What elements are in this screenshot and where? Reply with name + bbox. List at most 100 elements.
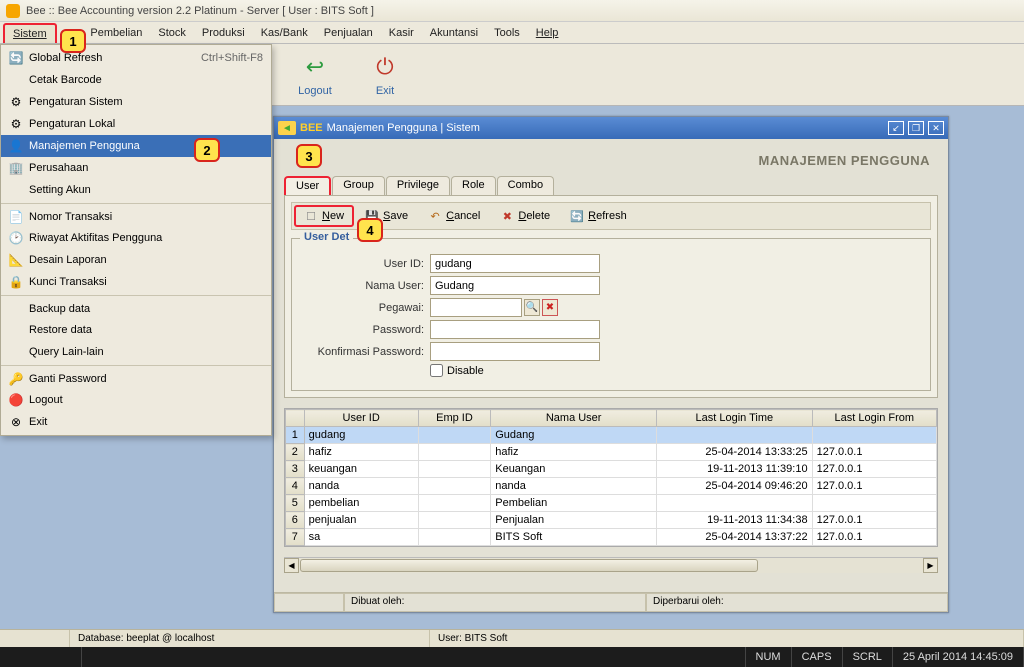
maximize-icon[interactable]: ❐ [908, 121, 924, 135]
delete-icon: ✖ [500, 209, 514, 223]
menuitem-nomor-transaksi[interactable]: 📄Nomor Transaksi [1, 203, 271, 227]
cancel-button[interactable]: ↶Cancel [419, 206, 489, 226]
toolbar-exit-icon: ⏻ [370, 52, 400, 82]
menuitem-ganti-password[interactable]: 🔑Ganti Password [1, 365, 271, 389]
password-label: Password: [302, 324, 430, 336]
callout-2: 2 [194, 138, 220, 162]
scroll-right-icon[interactable]: ▶ [923, 558, 938, 573]
table-row[interactable]: 4nandananda25-04-2014 09:46:20127.0.0.1 [286, 478, 937, 495]
status-user: User: BITS Soft [430, 630, 1024, 647]
table-row[interactable]: 7saBITS Soft25-04-2014 13:37:22127.0.0.1 [286, 529, 937, 546]
tab-combo[interactable]: Combo [497, 176, 554, 195]
menuitem-perusahaan[interactable]: 🏢Perusahaan [1, 157, 271, 179]
scroll-thumb[interactable] [300, 559, 758, 572]
status-caps: CAPS [792, 647, 843, 667]
menu-produksi[interactable]: Produksi [194, 24, 253, 42]
menuitem-query-lain-lain[interactable]: Query Lain-lain [1, 341, 271, 363]
menuitem-restore-data[interactable]: Restore data [1, 319, 271, 341]
toolbar-logout-icon: ↩ [300, 52, 330, 82]
status-scrl: SCRL [843, 647, 893, 667]
col-nama-user[interactable]: Nama User [491, 410, 657, 427]
title-bar: Bee :: Bee Accounting version 2.2 Platin… [0, 0, 1024, 22]
callout-4: 4 [357, 218, 383, 242]
app-icon [6, 4, 20, 18]
user-management-window: ◄ BEE Manajemen Pengguna | Sistem ↙ ❐ ✕ … [273, 116, 949, 613]
tab-privilege[interactable]: Privilege [386, 176, 450, 195]
table-row[interactable]: 6penjualanPenjualan19-11-2013 11:34:3812… [286, 512, 937, 529]
col-num[interactable] [286, 410, 305, 427]
delete-button[interactable]: ✖Delete [491, 206, 559, 226]
menu-bar: Sistem er Pembelian Stock Produksi Kas/B… [0, 22, 1024, 44]
user-grid[interactable]: User IDEmp IDNama UserLast Login TimeLas… [284, 408, 938, 547]
menuitem-global-refresh[interactable]: 🔄Global RefreshCtrl+Shift-F8 [1, 47, 271, 69]
menuitem-riwayat-aktifitas-pengguna[interactable]: 🕑Riwayat Aktifitas Pengguna [1, 227, 271, 249]
table-row[interactable]: 5pembelianPembelian [286, 495, 937, 512]
menuitem-backup-data[interactable]: Backup data [1, 295, 271, 319]
dibuat-label: Dibuat oleh: [344, 593, 646, 612]
tab-group[interactable]: Group [332, 176, 385, 195]
table-row[interactable]: 2hafizhafiz25-04-2014 13:33:25127.0.0.1 [286, 444, 937, 461]
menu-tools[interactable]: Tools [486, 24, 528, 42]
userid-input[interactable] [430, 254, 600, 273]
menu-stock[interactable]: Stock [150, 24, 194, 42]
col-emp-id[interactable]: Emp ID [418, 410, 491, 427]
toolbar-logout[interactable]: ↩Logout [280, 46, 350, 104]
menuitem-kunci-transaksi[interactable]: 🔒Kunci Transaksi [1, 271, 271, 293]
app-statusbar: Database: beeplat @ localhost User: BITS… [0, 629, 1024, 647]
pegawai-input[interactable] [430, 298, 522, 317]
password-input[interactable] [430, 320, 600, 339]
menuitem-cetak-barcode[interactable]: Cetak Barcode [1, 69, 271, 91]
tab-user[interactable]: User [284, 176, 331, 195]
os-taskbar: NUM CAPS SCRL 25 April 2014 14:45:09 [0, 647, 1024, 667]
refresh-icon: 🔄 [570, 209, 584, 223]
new-button[interactable]: ☐New [294, 205, 354, 227]
konfirm-label: Konfirmasi Password: [302, 346, 430, 358]
menuitem-exit[interactable]: ⊗Exit [1, 411, 271, 433]
subwindow-titlebar: ◄ BEE Manajemen Pengguna | Sistem ↙ ❐ ✕ [274, 117, 948, 139]
menu-pembelian[interactable]: Pembelian [82, 24, 150, 42]
menu-kasbank[interactable]: Kas/Bank [253, 24, 316, 42]
toolbar-exit[interactable]: ⏻Exit [350, 46, 420, 104]
status-db: Database: beeplat @ localhost [70, 630, 430, 647]
new-icon: ☐ [304, 209, 318, 223]
scroll-left-icon[interactable]: ◀ [284, 558, 299, 573]
horizontal-scrollbar[interactable]: ◀ ▶ [284, 557, 938, 573]
menuitem-pengaturan-lokal[interactable]: ⚙Pengaturan Lokal [1, 113, 271, 135]
menuitem-logout[interactable]: 🔴Logout [1, 389, 271, 411]
back-icon[interactable]: ◄ [278, 121, 296, 135]
subwindow-statusbar: Dibuat oleh: Diperbarui oleh: [274, 592, 948, 612]
sistem-dropdown: 🔄Global RefreshCtrl+Shift-F8Cetak Barcod… [0, 44, 272, 436]
menu-help[interactable]: Help [528, 24, 567, 42]
window-title: Bee :: Bee Accounting version 2.2 Platin… [26, 5, 374, 17]
close-icon[interactable]: ✕ [928, 121, 944, 135]
userid-label: User ID: [302, 258, 430, 270]
tab-bar: UserGroupPrivilegeRoleCombo [284, 176, 938, 195]
menuitem-manajemen-pengguna[interactable]: 👤Manajemen Pengguna [1, 135, 271, 157]
refresh-button[interactable]: 🔄Refresh [561, 206, 636, 226]
tab-role[interactable]: Role [451, 176, 496, 195]
col-last-login-time[interactable]: Last Login Time [657, 410, 812, 427]
search-pegawai-icon[interactable]: 🔍 [524, 299, 540, 316]
callout-3: 3 [296, 144, 322, 168]
clear-pegawai-icon[interactable]: ✖ [542, 299, 558, 316]
table-row[interactable]: 3keuanganKeuangan19-11-2013 11:39:10127.… [286, 461, 937, 478]
menu-akuntansi[interactable]: Akuntansi [422, 24, 486, 42]
table-row[interactable]: 1gudangGudang [286, 427, 937, 444]
menuitem-desain-laporan[interactable]: 📐Desain Laporan [1, 249, 271, 271]
pegawai-label: Pegawai: [302, 302, 430, 314]
col-last-login-from[interactable]: Last Login From [812, 410, 936, 427]
menu-sistem[interactable]: Sistem [3, 23, 57, 43]
konfirmasi-password-input[interactable] [430, 342, 600, 361]
page-title: MANAJEMEN PENGGUNA [274, 139, 948, 176]
minimize-icon[interactable]: ↙ [888, 121, 904, 135]
diperbarui-label: Diperbarui oleh: [646, 593, 948, 612]
menu-penjualan[interactable]: Penjualan [316, 24, 381, 42]
namauser-input[interactable] [430, 276, 600, 295]
status-num: NUM [746, 647, 792, 667]
col-user-id[interactable]: User ID [304, 410, 418, 427]
menu-kasir[interactable]: Kasir [381, 24, 422, 42]
disable-checkbox[interactable] [430, 364, 443, 377]
menuitem-setting-akun[interactable]: Setting Akun [1, 179, 271, 201]
menuitem-pengaturan-sistem[interactable]: ⚙Pengaturan Sistem [1, 91, 271, 113]
bee-logo: BEE [300, 122, 323, 134]
